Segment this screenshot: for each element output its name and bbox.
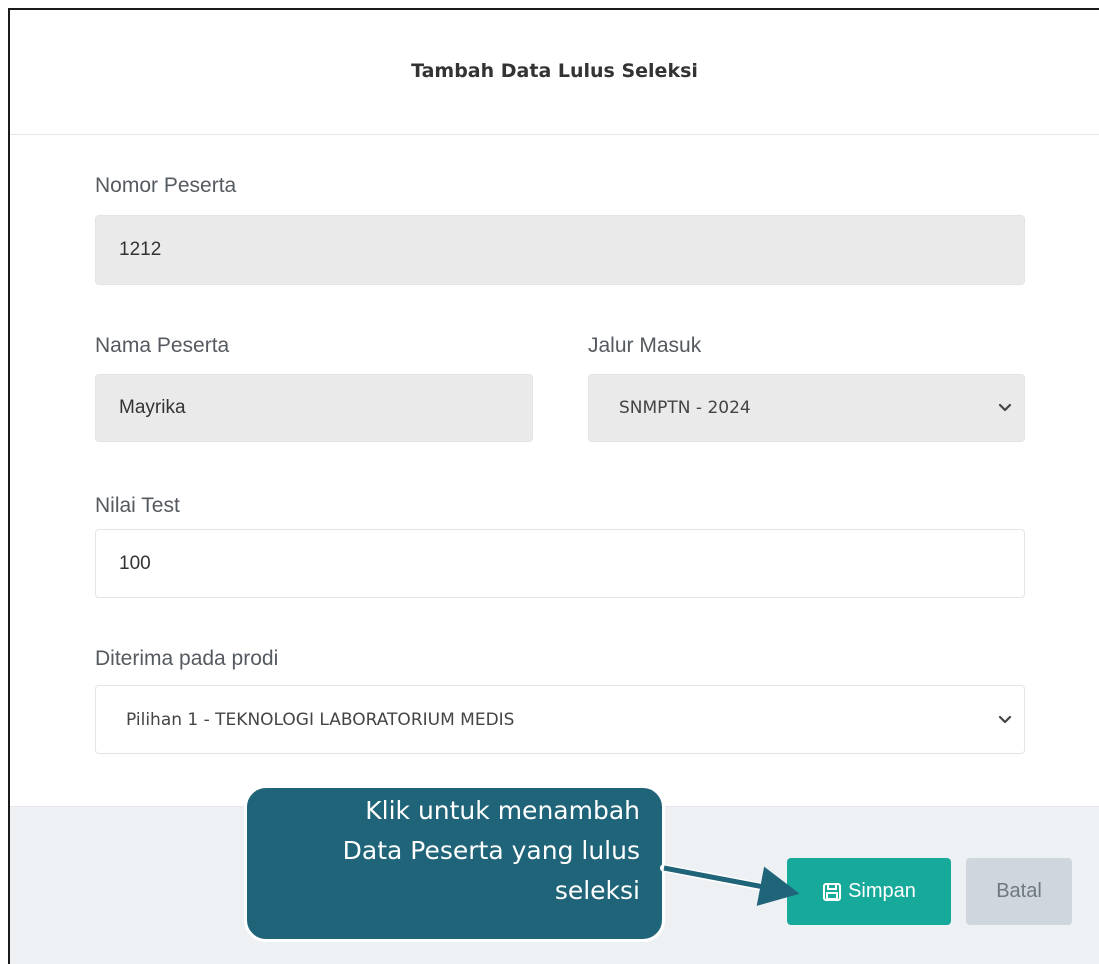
nomor-peserta-label: Nomor Peserta <box>95 174 237 197</box>
chevron-down-icon <box>998 403 1012 412</box>
nama-peserta-value: Mayrika <box>119 397 186 418</box>
nama-peserta-label: Nama Peserta <box>95 334 230 357</box>
cancel-button-label: Batal <box>996 880 1042 902</box>
nilai-test-value: 100 <box>119 552 151 574</box>
nomor-peserta-value: 1212 <box>119 239 162 260</box>
chevron-down-icon <box>998 715 1012 723</box>
jalur-masuk-label: Jalur Masuk <box>588 334 702 357</box>
callout-line-2: Data Peserta yang lulus <box>342 836 640 865</box>
cancel-button[interactable]: Batal <box>966 858 1072 925</box>
nomor-peserta-field[interactable]: 1212 <box>95 215 1025 285</box>
diterima-prodi-select[interactable]: Pilihan 1 - TEKNOLOGI LABORATORIUM MEDIS <box>95 685 1025 754</box>
save-button-label: Simpan <box>848 880 916 902</box>
diterima-prodi-value: Pilihan 1 - TEKNOLOGI LABORATORIUM MEDIS <box>126 709 515 730</box>
callout-line-1: Klik untuk menambah <box>365 796 640 825</box>
jalur-masuk-select[interactable]: SNMPTN - 2024 <box>588 374 1025 442</box>
modal-title: Tambah Data Lulus Seleksi <box>411 60 698 82</box>
callout-line-3: seleksi <box>554 876 640 905</box>
jalur-masuk-value: SNMPTN - 2024 <box>619 398 751 418</box>
modal-header: Tambah Data Lulus Seleksi <box>10 10 1099 135</box>
nilai-test-input[interactable]: 100 <box>95 529 1025 598</box>
floppy-disk-icon <box>823 882 842 901</box>
nama-peserta-field[interactable]: Mayrika <box>95 374 533 442</box>
diterima-prodi-label: Diterima pada prodi <box>95 647 279 670</box>
nilai-test-label: Nilai Test <box>95 494 180 517</box>
save-button[interactable]: Simpan <box>787 858 951 925</box>
tutorial-callout: Klik untuk menambah Data Peserta yang lu… <box>244 785 665 942</box>
